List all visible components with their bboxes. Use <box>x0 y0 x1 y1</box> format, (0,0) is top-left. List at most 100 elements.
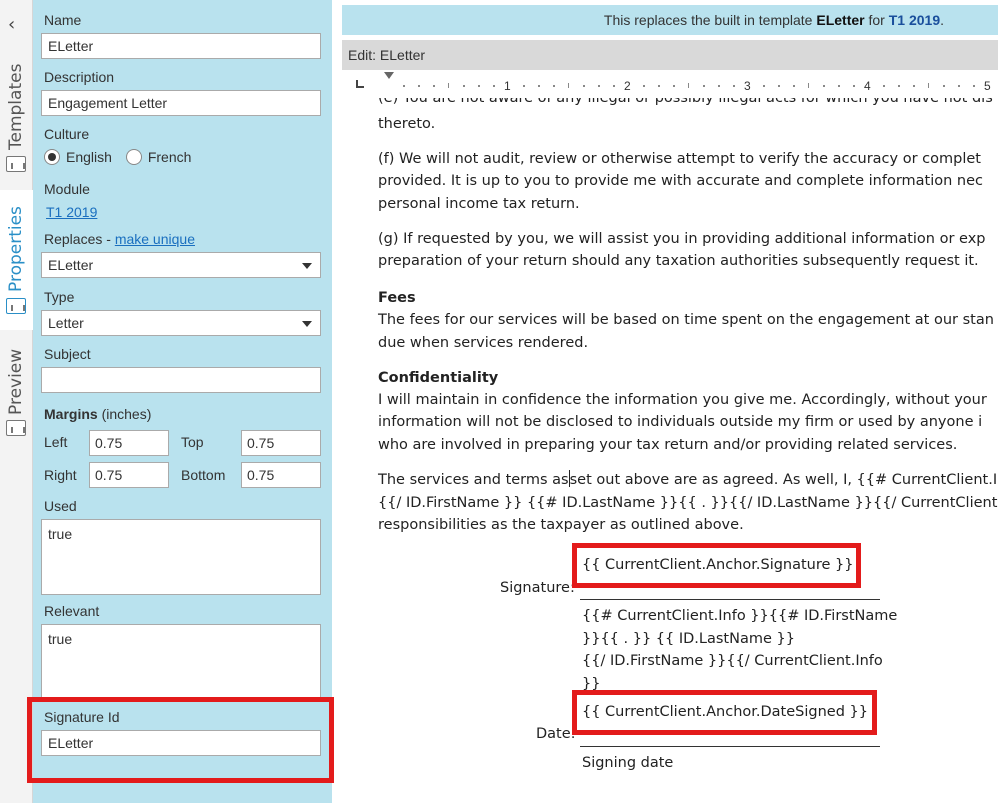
highlight-signature-anchor <box>572 543 861 588</box>
ruler-tick <box>928 83 929 88</box>
signature-line <box>580 599 880 600</box>
ruler-tick <box>913 85 915 87</box>
top-margin-field[interactable]: 0.75 <box>241 430 321 456</box>
used-field[interactable]: true <box>41 519 321 595</box>
doc-line: who are involved in preparing your tax r… <box>378 437 958 453</box>
culture-french-radio[interactable]: French <box>125 149 192 165</box>
module-label: Module <box>44 181 90 197</box>
ruler-tick <box>463 85 465 87</box>
edit-title-bar: Edit: ELetter <box>342 40 998 70</box>
ruler-tick <box>643 85 645 87</box>
chevron-down-icon <box>302 321 312 327</box>
doc-line: (f) We will not audit, review or otherwi… <box>378 151 981 167</box>
left-margin-field[interactable]: 0.75 <box>89 430 169 456</box>
tab-properties[interactable]: Properties <box>0 190 33 330</box>
ruler-tick <box>943 85 945 87</box>
ruler-tick <box>568 83 569 88</box>
banner-mid: for <box>864 12 889 28</box>
right-margin-field[interactable]: 0.75 <box>89 462 169 488</box>
terms-text-b: set out above are as agreed. As well, I,… <box>569 472 998 488</box>
banner-prefix: This replaces the built in template <box>603 12 817 28</box>
replaces-label: Replaces - <box>44 231 115 247</box>
ruler-tick <box>808 83 809 88</box>
tab-templates[interactable]: Templates <box>0 60 33 180</box>
ruler-tick <box>718 85 720 87</box>
preview-icon <box>6 420 26 436</box>
client-name-line: {{# CurrentClient.Info }}{{# ID.FirstNam… <box>582 608 898 624</box>
bottom-label: Bottom <box>181 467 226 483</box>
confidentiality-heading: Confidentiality <box>378 370 499 386</box>
ruler-tick <box>898 85 900 87</box>
highlight-date-anchor <box>572 690 877 735</box>
properties-icon <box>6 298 26 314</box>
ruler-tick <box>778 85 780 87</box>
name-label: Name <box>44 12 82 28</box>
ruler-tick <box>433 85 435 87</box>
left-label: Left <box>44 434 68 450</box>
ruler-tick <box>553 85 555 87</box>
description-field[interactable]: Engagement Letter <box>41 90 321 116</box>
ruler-tick <box>688 83 689 88</box>
doc-line: I will maintain in confidence the inform… <box>378 392 987 408</box>
name-field[interactable]: ELetter <box>41 33 321 59</box>
relevant-label: Relevant <box>44 603 100 619</box>
replaces-select[interactable]: ELetter <box>41 252 321 278</box>
replaces-value: ELetter <box>48 257 94 273</box>
ruler-tick <box>478 85 480 87</box>
ruler-tick <box>658 85 660 87</box>
doc-line: provided. It is up to you to provide me … <box>378 173 983 189</box>
date-line <box>580 746 880 747</box>
ruler-tick <box>583 85 585 87</box>
vertical-tab-strip: ‹ Templates Properties Preview <box>0 0 33 803</box>
highlight-signature-id <box>27 697 334 783</box>
bottom-margin-field[interactable]: 0.75 <box>241 462 321 488</box>
relevant-field[interactable]: true <box>41 624 321 700</box>
indent-marker-icon[interactable] <box>384 72 394 79</box>
doc-line: {{/ ID.FirstName }} {{# ID.LastName }}{{… <box>378 495 998 511</box>
radio-checked-icon <box>44 149 60 165</box>
ruler-tick <box>838 85 840 87</box>
module-link[interactable]: T1 2019 <box>46 204 97 220</box>
ruler-tick <box>673 85 675 87</box>
doc-line: (g) If requested by you, we will assist … <box>378 231 986 247</box>
banner-module: T1 2019 <box>888 12 941 28</box>
make-unique-link[interactable]: make unique <box>115 231 195 247</box>
banner-template: ELetter <box>816 12 865 28</box>
tab-preview[interactable]: Preview <box>0 340 33 450</box>
ruler-tick <box>493 85 495 87</box>
margins-label: Margins <box>44 406 98 422</box>
culture-french-label: French <box>147 149 192 165</box>
signing-date-label: Signing date <box>582 755 674 771</box>
ruler-tick <box>733 85 735 87</box>
tab-stop-icon[interactable] <box>356 80 364 88</box>
ruler[interactable]: 1 2 3 4 5 <box>342 72 998 98</box>
tab-preview-label: Preview <box>6 348 26 415</box>
doc-line: (e) You are not aware of any illegal or … <box>378 98 993 106</box>
culture-english-radio[interactable]: English <box>44 149 112 165</box>
ruler-tick <box>448 83 449 88</box>
subject-label: Subject <box>44 346 91 362</box>
ruler-tick <box>418 85 420 87</box>
ruler-tick <box>793 85 795 87</box>
doc-line: responsibilities as the taxpayer as outl… <box>378 517 744 533</box>
margins-heading: Margins (inches) <box>44 406 151 422</box>
radio-unchecked-icon <box>125 149 142 165</box>
description-label: Description <box>44 69 115 85</box>
doc-line: The services and terms asset out above a… <box>378 469 998 492</box>
tab-properties-label: Properties <box>6 206 26 292</box>
ruler-tick <box>613 85 615 87</box>
ruler-number: 4 <box>864 79 871 93</box>
subject-field[interactable] <box>41 367 321 393</box>
ruler-number: 2 <box>624 79 631 93</box>
collapse-panel-icon[interactable]: ‹ <box>8 14 15 35</box>
ruler-tick <box>763 85 765 87</box>
templates-icon <box>6 156 26 172</box>
type-value: Letter <box>48 315 84 331</box>
tab-templates-label: Templates <box>6 63 26 150</box>
terms-text-a: The services and terms as <box>378 472 569 488</box>
type-select[interactable]: Letter <box>41 310 321 336</box>
date-label: Date: <box>536 726 576 742</box>
ruler-tick <box>853 85 855 87</box>
ruler-tick <box>823 85 825 87</box>
fees-heading: Fees <box>378 290 416 306</box>
